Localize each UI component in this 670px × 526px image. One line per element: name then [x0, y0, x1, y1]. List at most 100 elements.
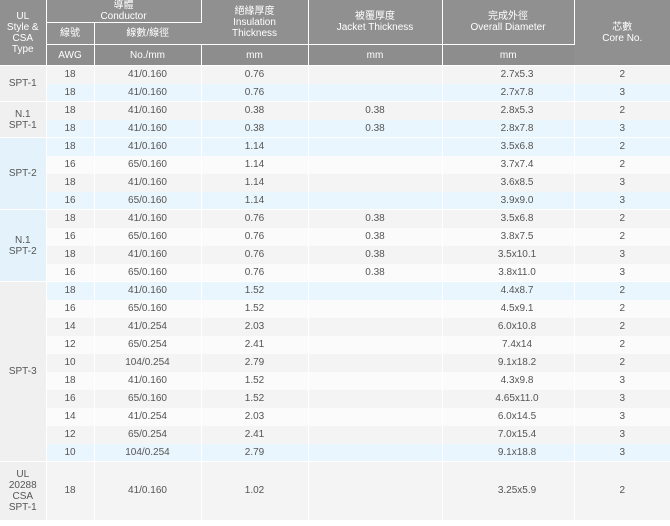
- type-group-cell: UL 20288 CSA SPT-1: [0, 461, 47, 520]
- core-cell: 2: [574, 101, 670, 120]
- overall-diameter-cell: 3.8x11.0: [442, 263, 575, 282]
- strands-cell: 104/0.254: [94, 353, 202, 372]
- awg-cell: 18: [46, 83, 95, 102]
- insulation-cell: 2.79: [201, 353, 309, 372]
- jacket-cell: [308, 137, 443, 156]
- awg-cell: 18: [46, 119, 95, 138]
- strands-cell: 41/0.160: [94, 119, 202, 138]
- overall-diameter-cell: 3.7x7.4: [442, 155, 575, 174]
- awg-cell: 18: [46, 245, 95, 264]
- overall-diameter-cell: 3.6x8.5: [442, 173, 575, 192]
- overall-diameter-cell: 4.65x11.0: [442, 389, 575, 408]
- core-cell: 2: [574, 137, 670, 156]
- awg-cell: 10: [46, 443, 95, 462]
- awg-cell: 16: [46, 299, 95, 318]
- overall-diameter-cell: 6.0x14.5: [442, 407, 575, 426]
- insulation-cell: 2.79: [201, 443, 309, 462]
- table-row: 10 104/0.254 2.79 9.1x18.8 3: [0, 443, 670, 462]
- type-group-cell: SPT-3: [0, 281, 47, 462]
- insulation-unit-header: mm: [201, 44, 309, 66]
- core-cell: 3: [574, 83, 670, 102]
- table-row: 16 65/0.160 1.52 4.65x11.0 3: [0, 389, 670, 408]
- strands-cell: 41/0.160: [94, 65, 202, 84]
- overall-unit-header: mm: [442, 44, 575, 66]
- type-group-cell: SPT-2: [0, 137, 47, 210]
- strands-cell: 65/0.160: [94, 155, 202, 174]
- core-cell: 3: [574, 263, 670, 282]
- table-row: 18 41/0.160 0.38 0.38 2.8x7.8 3: [0, 119, 670, 138]
- awg-cell: 16: [46, 227, 95, 246]
- core-cell: 3: [574, 425, 670, 444]
- jacket-cell: [308, 461, 443, 520]
- overall-diameter-cell: 7.0x15.4: [442, 425, 575, 444]
- jacket-cell: [308, 425, 443, 444]
- overall-diameter-cell: 3.5x6.8: [442, 137, 575, 156]
- core-cell: 3: [574, 119, 670, 138]
- awg-cell: 10: [46, 353, 95, 372]
- table-row: 12 65/0.254 2.41 7.0x15.4 3: [0, 425, 670, 444]
- jacket-cell: [308, 83, 443, 102]
- insulation-cell: 2.03: [201, 407, 309, 426]
- awg-cell: 18: [46, 65, 95, 84]
- insulation-cell: 1.14: [201, 137, 309, 156]
- awg-cell: 12: [46, 425, 95, 444]
- core-cell: 2: [574, 155, 670, 174]
- overall-diameter-cell: 3.25x5.9: [442, 461, 575, 520]
- insulation-cell: 0.76: [201, 227, 309, 246]
- strands-cell: 41/0.160: [94, 83, 202, 102]
- overall-diameter-header: 完成外徑 Overall Diameter: [442, 0, 575, 45]
- strands-cell: 41/0.160: [94, 281, 202, 300]
- core-cell: 2: [574, 353, 670, 372]
- overall-diameter-cell: 3.5x6.8: [442, 209, 575, 228]
- cable-spec-table: UL Style & CSA Type 導體 Conductor 絕緣厚度 Insulat…: [0, 0, 670, 520]
- awg-cell: 14: [46, 407, 95, 426]
- insulation-cell: 1.52: [201, 299, 309, 318]
- awg-cell: 18: [46, 281, 95, 300]
- overall-diameter-cell: 6.0x10.8: [442, 317, 575, 336]
- strands-cell: 41/0.160: [94, 461, 202, 520]
- strands-cell: 65/0.160: [94, 299, 202, 318]
- core-cell: 3: [574, 191, 670, 210]
- jacket-cell: [308, 443, 443, 462]
- overall-diameter-cell: 7.4x14: [442, 335, 575, 354]
- jacket-cell: 0.38: [308, 119, 443, 138]
- jacket-cell: [308, 191, 443, 210]
- strands-cell: 65/0.160: [94, 227, 202, 246]
- table-row: UL 20288 CSA SPT-1 18 41/0.160 1.02 3.25x5.9 2: [0, 461, 670, 520]
- awg-cell: 16: [46, 389, 95, 408]
- awg-cell: 16: [46, 191, 95, 210]
- table-row: 18 41/0.160 1.14 3.6x8.5 3: [0, 173, 670, 192]
- jacket-cell: [308, 371, 443, 390]
- jacket-cell: [308, 335, 443, 354]
- core-cell: 2: [574, 461, 670, 520]
- strands-cell: 65/0.160: [94, 191, 202, 210]
- awg-cell: 12: [46, 335, 95, 354]
- awg-cell: 18: [46, 173, 95, 192]
- core-cell: 3: [574, 245, 670, 264]
- strands-cell: 65/0.254: [94, 425, 202, 444]
- awg-cell: 16: [46, 263, 95, 282]
- type-group-cell: SPT-1: [0, 65, 47, 102]
- insulation-cell: 0.76: [201, 83, 309, 102]
- awg-cell: 18: [46, 461, 95, 520]
- core-cell: 2: [574, 209, 670, 228]
- insulation-cell: 0.76: [201, 245, 309, 264]
- strands-cell: 65/0.254: [94, 335, 202, 354]
- core-cell: 3: [574, 407, 670, 426]
- overall-diameter-cell: 4.3x9.8: [442, 371, 575, 390]
- core-cell: 3: [574, 173, 670, 192]
- strands-cell: 41/0.160: [94, 173, 202, 192]
- table-header: UL Style & CSA Type 導體 Conductor 絕緣厚度 Insulat…: [0, 0, 670, 66]
- table-body: SPT-1 18 41/0.160 0.76 2.7x5.3 2 18 41/0.160 0.7…: [0, 65, 670, 520]
- insulation-cell: 1.52: [201, 389, 309, 408]
- awg-header: AWG: [46, 44, 95, 66]
- insulation-cell: 1.14: [201, 191, 309, 210]
- core-cell: 2: [574, 299, 670, 318]
- strands-zh-header: 線數/線徑: [94, 22, 202, 45]
- insulation-cell: 1.52: [201, 371, 309, 390]
- strands-cell: 41/0.160: [94, 137, 202, 156]
- strands-cell: 65/0.160: [94, 263, 202, 282]
- overall-diameter-cell: 2.8x7.8: [442, 119, 575, 138]
- jacket-cell: 0.38: [308, 245, 443, 264]
- table-row: 16 65/0.160 1.14 3.7x7.4 2: [0, 155, 670, 174]
